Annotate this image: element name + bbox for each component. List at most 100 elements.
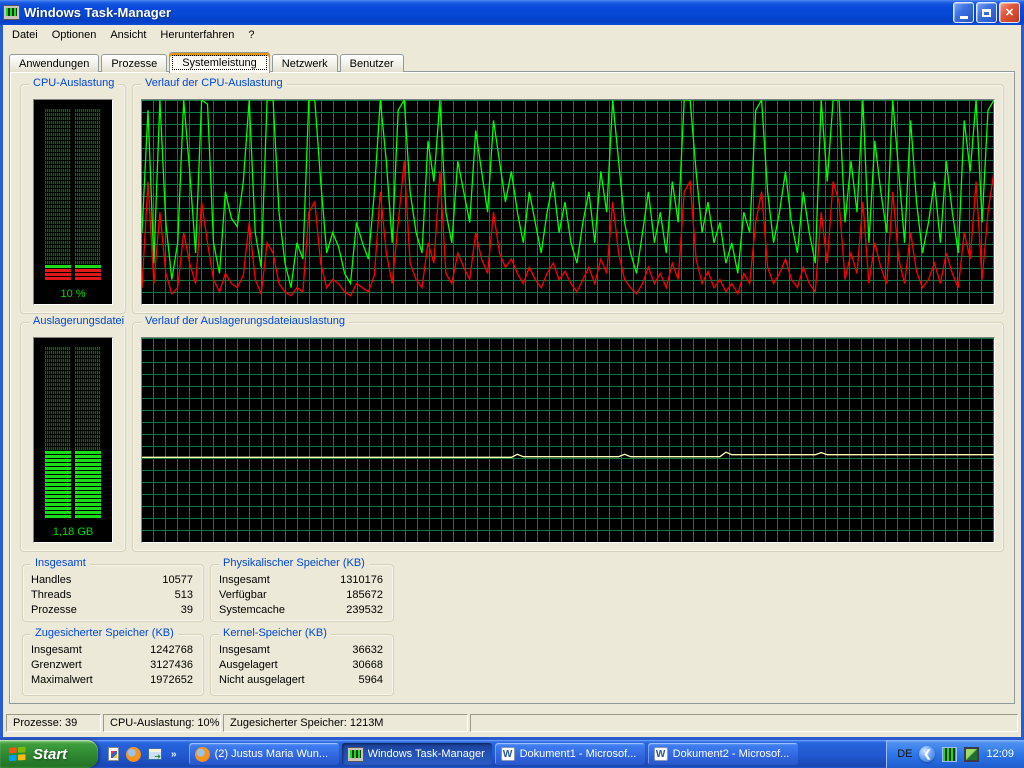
gauge-segment (75, 435, 101, 438)
tab-systemleistung[interactable]: Systemleistung (169, 52, 270, 73)
gauge-segment (75, 439, 101, 442)
gauge-segment (45, 431, 71, 434)
gauge-segment (45, 237, 71, 240)
restore-button[interactable] (976, 2, 997, 23)
gauge-segment (75, 121, 101, 124)
stats-row: Handles 10577 (31, 573, 193, 588)
cpu-gauge-leds (34, 106, 112, 280)
gauge-column (75, 106, 101, 280)
gauge-segment (45, 161, 71, 164)
menu-item-herunterfahren[interactable]: Herunterfahren (153, 27, 241, 43)
stat-value: 30668 (352, 658, 383, 673)
gauge-segment (45, 375, 71, 378)
gauge-segment (75, 197, 101, 200)
taskbar-button-label: Dokument2 - Microsof... (673, 748, 790, 760)
stats-row: Threads513 (31, 588, 193, 603)
quicklaunch-explorer-icon[interactable] (148, 748, 162, 760)
gauge-segment (75, 463, 101, 466)
gauge-segment (75, 141, 101, 144)
gauge-segment (45, 133, 71, 136)
gauge-segment (45, 225, 71, 228)
gauge-segment (45, 249, 71, 252)
gauge-segment (45, 257, 71, 260)
gauge-segment (45, 157, 71, 160)
gauge-segment (45, 269, 71, 272)
gauge-segment (75, 217, 101, 220)
menu-item-optionen[interactable]: Optionen (45, 27, 104, 43)
series-auslagerungsdatei (142, 452, 994, 457)
taskbar-button-2-justus-maria-wun[interactable]: (2) Justus Maria Wun... (189, 743, 339, 765)
tab-anwendungen[interactable]: Anwendungen (9, 54, 99, 72)
gauge-segment (75, 415, 101, 418)
status-panel-0: Prozesse: 39 (6, 714, 101, 732)
start-button-label: Start (33, 746, 67, 763)
close-button[interactable]: ✕ (999, 2, 1020, 23)
taskbar-button-label: (2) Justus Maria Wun... (215, 748, 329, 760)
stat-value: 1242768 (150, 643, 193, 658)
gauge-segment (45, 277, 71, 280)
title-bar[interactable]: Windows Task-Manager ✕ (0, 0, 1024, 25)
gauge-segment (75, 511, 101, 514)
menu-item-[interactable]: ? (241, 27, 261, 43)
gauge-segment (45, 467, 71, 470)
stat-value: 10577 (162, 573, 193, 588)
taskbar-button-dokument1-microsof[interactable]: WDokument1 - Microsof... (495, 743, 645, 765)
minimize-button[interactable] (953, 2, 974, 23)
stats-group-title: Physikalischer Speicher (KB) (219, 557, 369, 569)
stat-value: 513 (175, 588, 193, 603)
gauge-segment (75, 483, 101, 486)
gauge-segment (75, 359, 101, 362)
gauge-segment (45, 387, 71, 390)
gauge-segment (75, 487, 101, 490)
gauge-segment (45, 491, 71, 494)
stats-group-2: Zugesicherter Speicher (KB)Insgesamt1242… (22, 634, 204, 696)
gauge-segment (75, 117, 101, 120)
stats-rows: Insgesamt1310176Verfügbar185672Systemcac… (219, 573, 383, 618)
stat-label: Handles (31, 573, 71, 588)
tab-netzwerk[interactable]: Netzwerk (272, 54, 338, 72)
quicklaunch-overflow-chevron[interactable]: » (171, 749, 177, 760)
stat-label: Insgesamt (31, 643, 82, 658)
stat-label: Prozesse (31, 603, 77, 618)
quicklaunch-document-icon[interactable] (108, 747, 119, 761)
gauge-segment (75, 507, 101, 510)
gauge-segment (45, 487, 71, 490)
stats-row: Grenzwert3127436 (31, 658, 193, 673)
taskbar-button-windows-task-manager[interactable]: Windows Task-Manager (342, 743, 492, 765)
gauge-segment (45, 355, 71, 358)
status-panel-1: CPU-Auslastung: 10% (103, 714, 221, 732)
gauge-segment (75, 201, 101, 204)
gauge-segment (45, 201, 71, 204)
gauge-segment (75, 391, 101, 394)
gauge-segment (75, 169, 101, 172)
tab-prozesse[interactable]: Prozesse (101, 54, 167, 72)
cpu-usage-group-title: CPU-Auslastung (29, 77, 118, 89)
gauge-segment (75, 495, 101, 498)
tray-display-icon[interactable] (964, 747, 979, 762)
taskbar-button-dokument2-microsof[interactable]: WDokument2 - Microsof... (648, 743, 798, 765)
gauge-segment (45, 213, 71, 216)
gauge-segment (75, 265, 101, 268)
gauge-segment (75, 233, 101, 236)
chart-plot (142, 100, 994, 304)
menu-item-datei[interactable]: Datei (5, 27, 45, 43)
gauge-segment (45, 447, 71, 450)
tab-benutzer[interactable]: Benutzer (340, 54, 404, 72)
gauge-segment (45, 451, 71, 454)
gauge-segment (45, 181, 71, 184)
gauge-segment (75, 375, 101, 378)
tray-hidden-icons-chevron[interactable]: ❮ (919, 746, 935, 762)
start-button[interactable]: Start (0, 740, 98, 768)
tray-taskmanager-icon[interactable] (942, 747, 957, 762)
language-indicator[interactable]: DE (897, 748, 912, 760)
gauge-segment (75, 145, 101, 148)
gauge-segment (75, 467, 101, 470)
gauge-segment (75, 257, 101, 260)
gauge-segment (45, 221, 71, 224)
quicklaunch-firefox-icon[interactable] (126, 747, 141, 762)
gauge-segment (75, 189, 101, 192)
gauge-segment (75, 153, 101, 156)
stats-group-1: Physikalischer Speicher (KB)Insgesamt131… (210, 564, 394, 622)
stats-row: Systemcache239532 (219, 603, 383, 618)
menu-item-ansicht[interactable]: Ansicht (103, 27, 153, 43)
